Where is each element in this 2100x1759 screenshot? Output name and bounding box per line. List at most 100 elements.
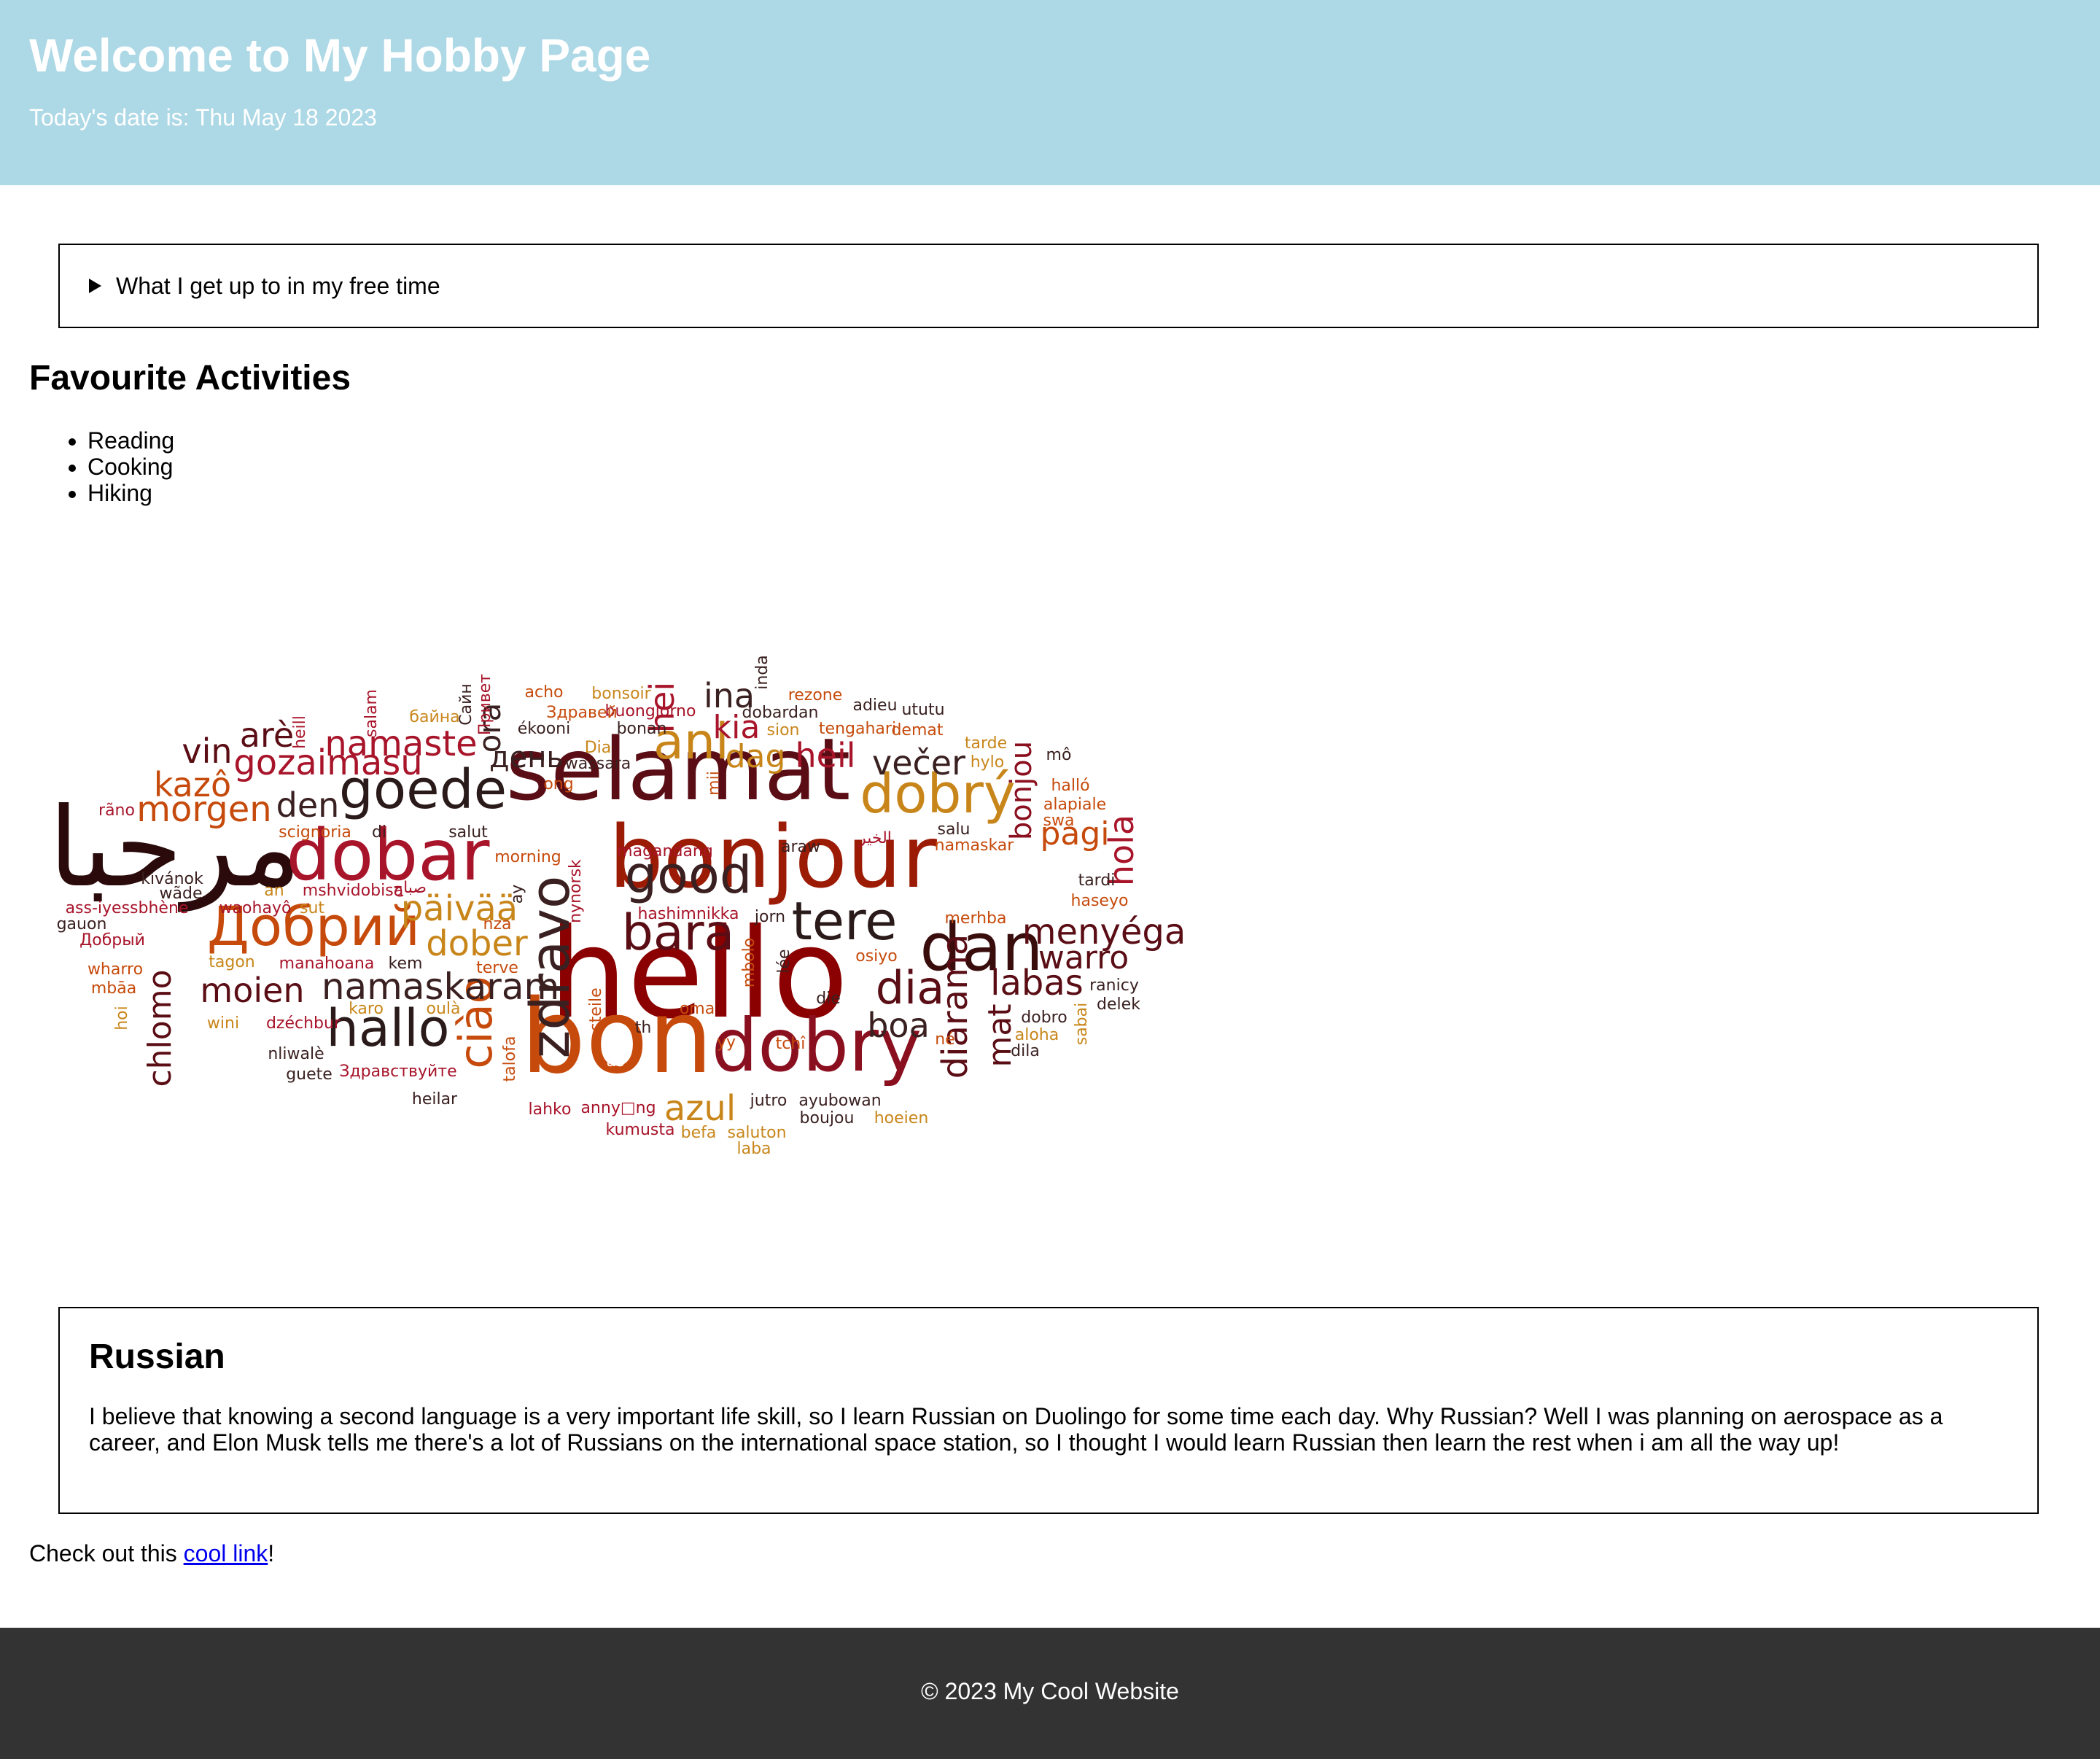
russian-section: Russian I believe that knowing a second … xyxy=(58,1307,2039,1514)
page-header: Welcome to My Hobby Page Today's date is… xyxy=(0,0,2100,185)
word-cloud-word: morning xyxy=(494,848,561,866)
word-cloud-word: Добрый xyxy=(79,931,145,950)
word-cloud-word: Привет xyxy=(476,674,494,735)
word-cloud-word: araw xyxy=(781,838,820,856)
word-cloud-word: ayubowan xyxy=(798,1092,881,1110)
word-cloud-word: azul xyxy=(664,1088,736,1129)
word-cloud-word: dobro xyxy=(1021,1009,1067,1027)
word-cloud-word: dzéchbur xyxy=(266,1014,341,1033)
word-cloud-word: večer xyxy=(872,743,965,783)
word-cloud-word: di xyxy=(372,823,386,842)
word-cloud-word: vin xyxy=(182,731,232,771)
word-cloud-word: nza xyxy=(483,915,512,933)
activity-item: Reading xyxy=(88,427,174,454)
russian-title: Russian xyxy=(89,1337,225,1376)
word-cloud-word: mô xyxy=(1046,746,1072,764)
word-cloud-word: yy xyxy=(717,1033,736,1052)
word-cloud-word: salam xyxy=(362,689,381,737)
word-cloud-word: manahoana xyxy=(279,955,375,973)
word-cloud-word: hylo xyxy=(971,753,1005,772)
word-cloud-word: boa xyxy=(867,1006,930,1045)
word-cloud-word: heill xyxy=(291,715,309,749)
word-cloud-word: kem xyxy=(389,955,423,973)
word-cloud-word: labas xyxy=(990,963,1084,1003)
word-cloud-word: Сайн xyxy=(457,683,475,726)
word-cloud-word: gauon xyxy=(57,915,107,933)
word-cloud-word: anny□ng xyxy=(580,1099,656,1117)
page-title: Welcome to My Hobby Page xyxy=(29,29,651,82)
link-line: Check out this cool link! xyxy=(29,1539,274,1568)
favourite-activities-heading: Favourite Activities xyxy=(29,359,351,397)
disclosure-triangle-right-icon[interactable] xyxy=(89,279,101,293)
word-cloud-word: dober xyxy=(426,923,528,964)
word-cloud-word: chlomo xyxy=(141,969,179,1087)
word-cloud-word: den xyxy=(276,785,340,825)
word-cloud-word: as xyxy=(607,1052,625,1071)
word-cloud-svg: hellobonjourselamatbonمرحباdobardobrygoe… xyxy=(49,655,1186,1158)
word-cloud-word: bonsoir xyxy=(591,685,651,703)
word-cloud-word: delek xyxy=(1097,995,1140,1014)
word-cloud-word: adieu xyxy=(852,696,897,715)
word-cloud-word: mbolo xyxy=(740,938,758,987)
word-cloud-word: an xyxy=(264,882,284,900)
word-cloud-word: diarama xyxy=(935,934,976,1079)
word-cloud-word: lahko xyxy=(529,1100,572,1119)
word-cloud-word: die xyxy=(816,990,841,1008)
word-cloud-word: wassara xyxy=(565,755,631,773)
date-text: Today's date is: Thu May 18 2023 xyxy=(29,104,377,131)
word-cloud-word: dila xyxy=(1011,1042,1040,1060)
word-cloud-word: nliwalè xyxy=(268,1045,324,1063)
word-cloud-word: inda xyxy=(753,655,771,690)
word-cloud-word: bonjou xyxy=(1005,741,1038,840)
details-summary[interactable]: What I get up to in my free time xyxy=(89,271,440,300)
free-time-details[interactable]: What I get up to in my free time xyxy=(58,244,2039,328)
word-cloud-word: день xyxy=(489,741,564,774)
page-footer: © 2023 My Cool Website xyxy=(0,1628,2100,1759)
word-cloud-word: haseyo xyxy=(1071,892,1129,910)
word-cloud-word: namaskar xyxy=(935,836,1015,855)
word-cloud-word: acho xyxy=(525,683,564,702)
word-cloud-word: terve xyxy=(476,959,518,977)
cool-link[interactable]: cool link xyxy=(184,1540,268,1566)
word-cloud-word: lée xyxy=(775,949,793,973)
word-cloud-word: ong xyxy=(543,775,573,793)
word-cloud-word: halló xyxy=(1051,777,1089,795)
word-cloud-word: jutro xyxy=(750,1092,788,1110)
word-cloud-word: laba xyxy=(736,1140,771,1158)
word-cloud-word: buongiorno xyxy=(605,702,696,721)
word-cloud-word: jorn xyxy=(754,908,785,926)
word-cloud-word: hashimnikka xyxy=(637,905,739,923)
word-cloud-word: merhba xyxy=(944,909,1006,928)
word-cloud-word: الخير xyxy=(858,829,892,847)
word-cloud-word: né xyxy=(935,1030,954,1049)
word-cloud-word: Dia xyxy=(585,739,612,757)
word-cloud-word: waohayô xyxy=(219,899,292,917)
word-cloud-word: wini xyxy=(207,1014,239,1033)
word-cloud-word: kazô xyxy=(154,765,231,804)
word-cloud-word: heil xyxy=(795,736,855,775)
word-cloud-word: mshvidobisa xyxy=(303,882,403,900)
link-suffix: ! xyxy=(268,1540,275,1566)
word-cloud-word: sion xyxy=(767,721,800,739)
word-cloud-word: rãno xyxy=(98,801,135,820)
word-cloud-word: demat xyxy=(891,721,943,739)
word-cloud-word: Здравствуйте xyxy=(339,1063,456,1081)
word-cloud-word: sabai xyxy=(1073,1003,1091,1046)
word-cloud-word: kumusta xyxy=(606,1121,675,1139)
word-cloud-word: tarde xyxy=(965,734,1007,753)
word-cloud-word: ay xyxy=(508,885,526,904)
word-cloud-word: oma xyxy=(680,1000,715,1018)
activities-list: Reading Cooking Hiking xyxy=(29,427,174,506)
word-cloud-word: swa xyxy=(1043,812,1075,830)
word-cloud-word: sut xyxy=(300,899,324,917)
word-cloud-word: heilar xyxy=(412,1090,458,1108)
word-cloud-word: rezone xyxy=(788,686,843,704)
word-cloud-word: namaste xyxy=(324,723,477,764)
details-summary-label[interactable]: What I get up to in my free time xyxy=(116,273,440,299)
word-cloud-word: صباح xyxy=(393,879,427,897)
word-cloud-word: arè xyxy=(240,715,294,755)
word-cloud-word: boujou xyxy=(800,1109,855,1127)
word-cloud-word: ékooni xyxy=(518,720,570,738)
word-cloud-word: osiyo xyxy=(855,947,898,966)
word-cloud-word: hoeien xyxy=(874,1109,929,1127)
